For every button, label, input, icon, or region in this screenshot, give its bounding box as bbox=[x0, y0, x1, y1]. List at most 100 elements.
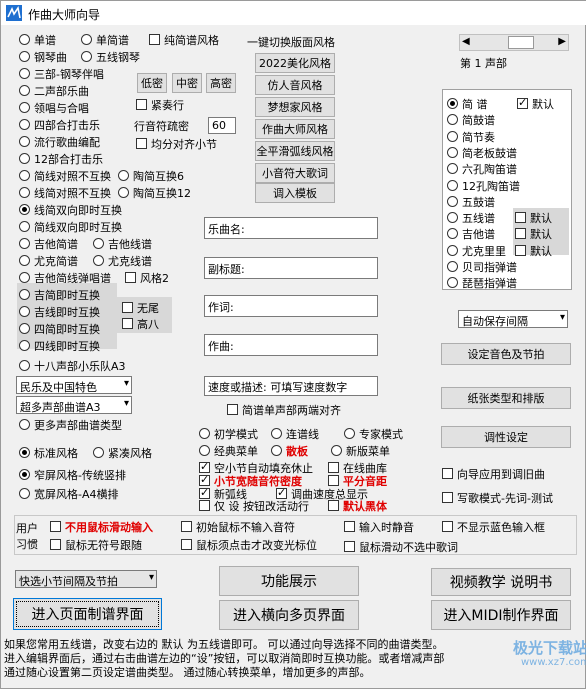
quick-measure-combo[interactable]: 快选小节间隔及节拍 bbox=[15, 570, 157, 588]
checkbox-single-voice-justify[interactable] bbox=[227, 404, 238, 415]
scroll-left-arrow-icon[interactable]: ◀ bbox=[462, 36, 470, 47]
radio-guitar-jianpu[interactable] bbox=[19, 238, 30, 249]
style-master-button[interactable]: 作曲大师风格 bbox=[255, 119, 335, 139]
enter-horizontal-button[interactable]: 进入横向多页界面 bbox=[219, 600, 359, 630]
radio-connect[interactable] bbox=[271, 428, 282, 439]
notation-default-checkbox-7[interactable] bbox=[515, 212, 526, 224]
radio-beginner[interactable] bbox=[199, 428, 210, 439]
radio-xianjian-nochange[interactable] bbox=[19, 187, 30, 198]
lyricist-field[interactable]: 作词: bbox=[204, 295, 378, 317]
checkbox-online-library[interactable] bbox=[328, 462, 339, 473]
notation-radio-6[interactable] bbox=[447, 195, 458, 207]
checkbox-slide-no-lyric[interactable] bbox=[344, 541, 355, 552]
radio-xianjian-instant[interactable] bbox=[19, 204, 30, 215]
notation-radio-10[interactable] bbox=[447, 261, 458, 272]
checkbox-no-tail[interactable] bbox=[122, 302, 133, 313]
combo-multi-voice[interactable]: 超多声部曲谱A3 bbox=[16, 396, 132, 414]
radio-ukulele-jianpu[interactable] bbox=[19, 255, 30, 266]
radio-si-jian[interactable] bbox=[19, 323, 30, 334]
subtitle-field[interactable]: 副标题: bbox=[204, 257, 378, 279]
speed-field[interactable]: 速度或描述: 可填写速度数字 bbox=[204, 376, 378, 396]
checkbox-pure-jianpu[interactable] bbox=[149, 34, 160, 45]
radio-ji-xian[interactable] bbox=[19, 306, 30, 317]
high-density-button[interactable]: 高密 bbox=[206, 73, 236, 93]
radio-ocarina6[interactable] bbox=[118, 170, 129, 181]
notation-radio-3[interactable] bbox=[447, 146, 458, 158]
style-renyin-button[interactable]: 仿人音风格 bbox=[255, 75, 335, 95]
notation-radio-0[interactable] bbox=[447, 98, 458, 109]
notation-default-checkbox-9[interactable] bbox=[515, 244, 526, 256]
radio-guitar-staff[interactable] bbox=[93, 238, 104, 249]
notation-radio-9[interactable] bbox=[447, 244, 458, 256]
checkbox-style2[interactable] bbox=[125, 272, 136, 283]
enter-midi-button[interactable]: 进入MIDI制作界面 bbox=[431, 600, 571, 630]
row-density-input[interactable]: 60 bbox=[208, 117, 236, 134]
radio-three-part[interactable] bbox=[19, 68, 30, 79]
radio-new-menu[interactable] bbox=[331, 445, 342, 456]
radio-ji-jian[interactable] bbox=[19, 289, 30, 300]
notation-radio-5[interactable] bbox=[447, 179, 458, 191]
checkbox-tight-row[interactable] bbox=[136, 99, 147, 110]
scroll-right-arrow-icon[interactable]: ▶ bbox=[558, 36, 566, 47]
paper-layout-button[interactable]: 纸张类型和排版 bbox=[441, 387, 571, 409]
load-template-button[interactable]: 调入模板 bbox=[255, 183, 335, 203]
radio-si-xian[interactable] bbox=[19, 340, 30, 351]
checkbox-apply-old[interactable] bbox=[442, 468, 453, 479]
combo-folk[interactable]: 民乐及中国特色 bbox=[16, 376, 132, 394]
radio-eighteen-band[interactable] bbox=[19, 360, 30, 371]
style-dreamer-button[interactable]: 梦想家风格 bbox=[255, 97, 335, 117]
radio-two-voice[interactable] bbox=[19, 85, 30, 96]
enter-page-button[interactable]: 进入页面制谱界面 bbox=[13, 598, 162, 630]
style-small-note-button[interactable]: 小音符大歌词 bbox=[255, 163, 335, 183]
feature-demo-button[interactable]: 功能展示 bbox=[219, 566, 359, 596]
radio-classic-menu[interactable] bbox=[199, 445, 210, 456]
radio-more-types[interactable] bbox=[19, 419, 30, 430]
autosave-combo[interactable]: 自动保存间隔 bbox=[458, 310, 568, 328]
checkbox-even-align[interactable] bbox=[136, 138, 147, 149]
set-timbre-button[interactable]: 设定音色及节拍 bbox=[441, 343, 571, 365]
radio-narrow-style[interactable] bbox=[19, 469, 30, 480]
checkbox-write-mode[interactable] bbox=[442, 492, 453, 503]
radio-jianxian-nochange[interactable] bbox=[19, 170, 30, 181]
title-field[interactable]: 乐曲名: bbox=[204, 217, 378, 239]
radio-drum[interactable] bbox=[271, 445, 282, 456]
scroll-thumb[interactable] bbox=[508, 36, 534, 49]
video-tutorial-button[interactable]: 视频教学 说明书 bbox=[431, 568, 571, 596]
notation-default-checkbox-8[interactable] bbox=[515, 228, 526, 240]
checkbox-hide-blue-box[interactable] bbox=[442, 521, 453, 532]
checkbox-measure-width[interactable] bbox=[199, 473, 210, 487]
radio-single-jianpu[interactable] bbox=[81, 34, 92, 45]
radio-piano[interactable] bbox=[19, 51, 30, 62]
checkbox-flat-spacing[interactable] bbox=[328, 475, 339, 486]
radio-four-perc[interactable] bbox=[19, 119, 30, 130]
checkbox-autofill-rest[interactable] bbox=[199, 460, 210, 474]
style-smooth-arc-button[interactable]: 全平滑弧线风格 bbox=[255, 141, 335, 161]
checkbox-mute-input[interactable] bbox=[344, 521, 355, 532]
radio-wide-style[interactable] bbox=[19, 488, 30, 499]
voice-scrollbar[interactable]: ◀ ▶ bbox=[459, 34, 569, 51]
radio-expert[interactable] bbox=[344, 428, 355, 439]
notation-default-checkbox-0[interactable] bbox=[517, 96, 528, 110]
low-density-button[interactable]: 低密 bbox=[137, 73, 167, 93]
radio-ukulele-staff[interactable] bbox=[93, 255, 104, 266]
radio-ocarina12[interactable] bbox=[118, 187, 129, 198]
notation-radio-2[interactable] bbox=[447, 130, 458, 142]
radio-twelve-perc[interactable] bbox=[19, 153, 30, 164]
checkbox-default-bold[interactable] bbox=[328, 500, 339, 511]
checkbox-no-symbol-follow[interactable] bbox=[50, 539, 61, 550]
checkbox-only-set-row[interactable] bbox=[199, 500, 210, 511]
radio-tight-style[interactable] bbox=[93, 447, 104, 458]
radio-staff-piano[interactable] bbox=[81, 51, 92, 62]
key-setting-button[interactable]: 调性设定 bbox=[441, 426, 571, 448]
checkbox-high-octave[interactable] bbox=[122, 318, 133, 329]
radio-single[interactable] bbox=[19, 34, 30, 45]
checkbox-no-mouse-slide[interactable] bbox=[50, 521, 61, 532]
style-2022-button[interactable]: 2022美化风格 bbox=[255, 53, 335, 73]
radio-jianxian-instant[interactable] bbox=[19, 221, 30, 232]
radio-lead-chorus[interactable] bbox=[19, 102, 30, 113]
radio-guitar-sing[interactable] bbox=[19, 272, 30, 283]
composer-field[interactable]: 作曲: bbox=[204, 334, 378, 356]
radio-standard-style[interactable] bbox=[19, 447, 30, 458]
checkbox-new-arc[interactable] bbox=[199, 486, 210, 500]
checkbox-click-cursor[interactable] bbox=[181, 539, 192, 550]
